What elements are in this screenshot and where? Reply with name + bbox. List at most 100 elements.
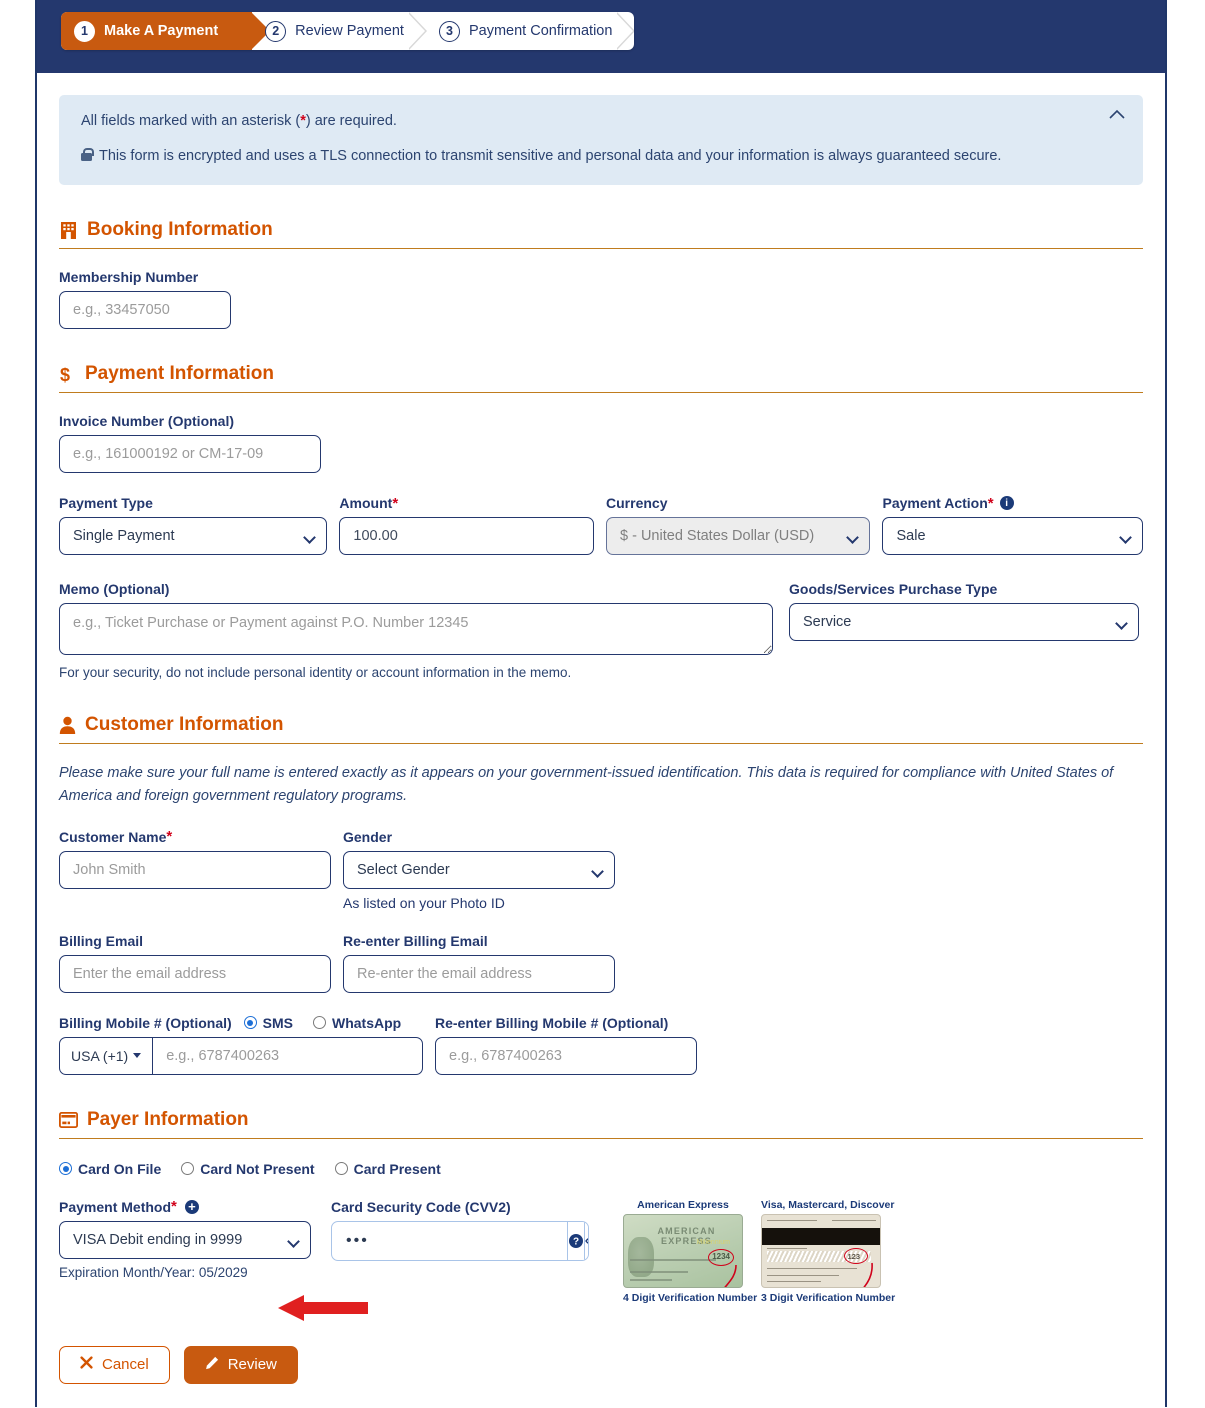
form-actions: Cancel Review — [59, 1345, 1143, 1408]
customer-name-label-text: Customer Name — [59, 828, 167, 845]
amount-label-text: Amount — [339, 495, 393, 512]
payment-action-select[interactable]: Sale — [882, 517, 1143, 556]
reenter-billing-mobile-input[interactable] — [435, 1036, 697, 1075]
gender-label: Gender — [343, 829, 615, 845]
payment-form: Booking Information Membership Number $ … — [37, 219, 1165, 1408]
invoice-number-input[interactable] — [59, 435, 321, 474]
invoice-number-label-text: Invoice Number (Optional) — [59, 413, 235, 430]
currency-select: $ - United States Dollar (USD) — [606, 517, 871, 556]
building-icon — [59, 221, 78, 240]
amex-partner-text: Millennium — [696, 1238, 730, 1246]
payment-type-label-text: Payment Type — [59, 495, 153, 512]
goods-services-label: Goods/Services Purchase Type — [789, 581, 1139, 597]
billing-mobile-input[interactable] — [153, 1037, 422, 1074]
review-button[interactable]: Review — [183, 1345, 298, 1384]
billing-mobile-label-text: Billing Mobile # (Optional) — [59, 1014, 232, 1031]
step-make-a-payment[interactable]: 1 Make A Payment — [61, 12, 271, 50]
eye-icon[interactable] — [584, 1221, 588, 1260]
country-code-select[interactable]: USA (+1) — [60, 1037, 154, 1074]
card-example-amex-image: AMERICAN EXPRESS Millennium 1234 — [623, 1213, 743, 1288]
lock-icon — [81, 148, 94, 162]
membership-number-label: Membership Number — [59, 269, 1143, 285]
card-presence-radio-card-on-file[interactable]: Card On File — [59, 1161, 161, 1177]
card-example-visa-title: Visa, Mastercard, Discover — [761, 1198, 895, 1211]
billing-email-input[interactable] — [59, 954, 331, 993]
card-presence-label-0: Card On File — [78, 1160, 162, 1177]
step-divider-icon-1 — [407, 12, 427, 50]
channel-radio-sms[interactable]: SMS — [243, 1015, 293, 1031]
memo-textarea[interactable] — [59, 603, 773, 656]
amount-required-asterisk: * — [392, 494, 399, 512]
reenter-billing-email-label: Re-enter Billing Email — [343, 933, 615, 949]
card-example-amex-caption: 4 Digit Verification Number — [623, 1291, 758, 1304]
pencil-icon — [205, 1356, 219, 1374]
step-label-3: Payment Confirmation — [468, 23, 613, 39]
reenter-billing-email-input[interactable] — [343, 954, 615, 993]
section-heading-payer: Payer Information — [59, 1109, 1143, 1139]
cvv-input[interactable] — [332, 1221, 567, 1260]
cancel-button[interactable]: Cancel — [59, 1345, 170, 1384]
step-number-2: 2 — [265, 20, 287, 42]
channel-radio-whatsapp[interactable]: WhatsApp — [313, 1015, 401, 1031]
payment-type-label: Payment Type — [59, 495, 327, 511]
card-example-amex: American Express AMERICAN EXPRESS Millen… — [623, 1199, 758, 1304]
customer-compliance-note: Please make sure your full name is enter… — [59, 765, 1114, 804]
card-presence-radio-card-present[interactable]: Card Present — [334, 1161, 441, 1177]
payment-method-required-asterisk: * — [171, 1198, 177, 1216]
chevron-up-icon[interactable] — [1109, 105, 1125, 122]
billing-mobile-field: USA (+1) — [59, 1036, 423, 1075]
memo-label-text: Memo (Optional) — [59, 581, 170, 598]
tls-note-text: This form is encrypted and uses a TLS co… — [99, 148, 1002, 165]
step-divider-icon-2 — [616, 12, 635, 50]
billing-email-label: Billing Email — [59, 933, 331, 949]
required-note-pre: All fields marked with an asterisk ( — [81, 113, 301, 129]
goods-services-select[interactable]: Service — [789, 603, 1139, 642]
person-icon — [59, 716, 76, 735]
amount-input[interactable] — [339, 517, 595, 556]
payment-action-required-asterisk: * — [987, 494, 994, 512]
cvv-field-group: ? — [331, 1220, 589, 1261]
membership-number-label-text: Membership Number — [59, 269, 199, 286]
section-title-payer: Payer Information — [87, 1108, 249, 1130]
section-heading-booking: Booking Information — [59, 219, 1143, 250]
radio-dot-card-not-present — [181, 1162, 195, 1176]
payment-type-select[interactable]: Single Payment — [59, 517, 328, 556]
cvv-label-text: Card Security Code (CVV2) — [331, 1198, 511, 1215]
review-button-label: Review — [227, 1356, 277, 1374]
gender-select[interactable]: Select Gender — [343, 850, 615, 889]
billing-mobile-label: Billing Mobile # (Optional) SMS WhatsApp — [59, 1015, 423, 1031]
cvv-label: Card Security Code (CVV2) — [331, 1199, 589, 1215]
credit-card-icon — [59, 1111, 78, 1128]
payment-action-label: Payment Action * i — [882, 495, 1143, 511]
info-icon[interactable]: i — [999, 496, 1014, 511]
section-heading-customer: Customer Information — [59, 714, 1143, 745]
card-presence-label-1: Card Not Present — [200, 1160, 315, 1177]
plus-circle-icon[interactable]: + — [184, 1199, 199, 1214]
customer-name-label: Customer Name * — [59, 829, 331, 845]
dollar-icon: $ — [59, 365, 76, 384]
payment-method-select[interactable]: VISA Debit ending in 9999 — [59, 1220, 311, 1259]
payment-action-label-text: Payment Action — [882, 495, 988, 512]
amount-label: Amount * — [339, 495, 594, 511]
country-code-value: USA (+1) — [71, 1047, 129, 1064]
step-review-payment[interactable]: 2 Review Payment — [252, 12, 427, 50]
required-note-post: ) are required. — [305, 113, 397, 129]
expiration-text: Expiration Month/Year: 05/2029 — [59, 1264, 248, 1280]
billing-email-label-text: Billing Email — [59, 932, 144, 949]
payment-method-label-text: Payment Method — [59, 1198, 172, 1215]
goods-services-label-text: Goods/Services Purchase Type — [789, 581, 998, 598]
customer-name-input[interactable] — [59, 850, 331, 889]
radio-dot-whatsapp — [313, 1016, 326, 1030]
card-presence-radio-card-not-present[interactable]: Card Not Present — [181, 1160, 315, 1177]
reenter-billing-mobile-label-text: Re-enter Billing Mobile # (Optional) — [435, 1014, 669, 1031]
step-payment-confirmation[interactable]: 3 Payment Confirmation — [426, 12, 635, 50]
channel-radio-whatsapp-label: WhatsApp — [332, 1014, 402, 1031]
radio-dot-card-present — [334, 1162, 348, 1176]
reenter-billing-mobile-label: Re-enter Billing Mobile # (Optional) — [435, 1015, 697, 1031]
membership-number-input[interactable] — [59, 291, 231, 330]
invoice-number-label: Invoice Number (Optional) — [59, 413, 1143, 429]
step-number-1: 1 — [74, 20, 95, 42]
question-circle-icon[interactable]: ? — [567, 1221, 584, 1260]
x-icon — [80, 1356, 93, 1373]
step-label-2: Review Payment — [295, 23, 404, 39]
